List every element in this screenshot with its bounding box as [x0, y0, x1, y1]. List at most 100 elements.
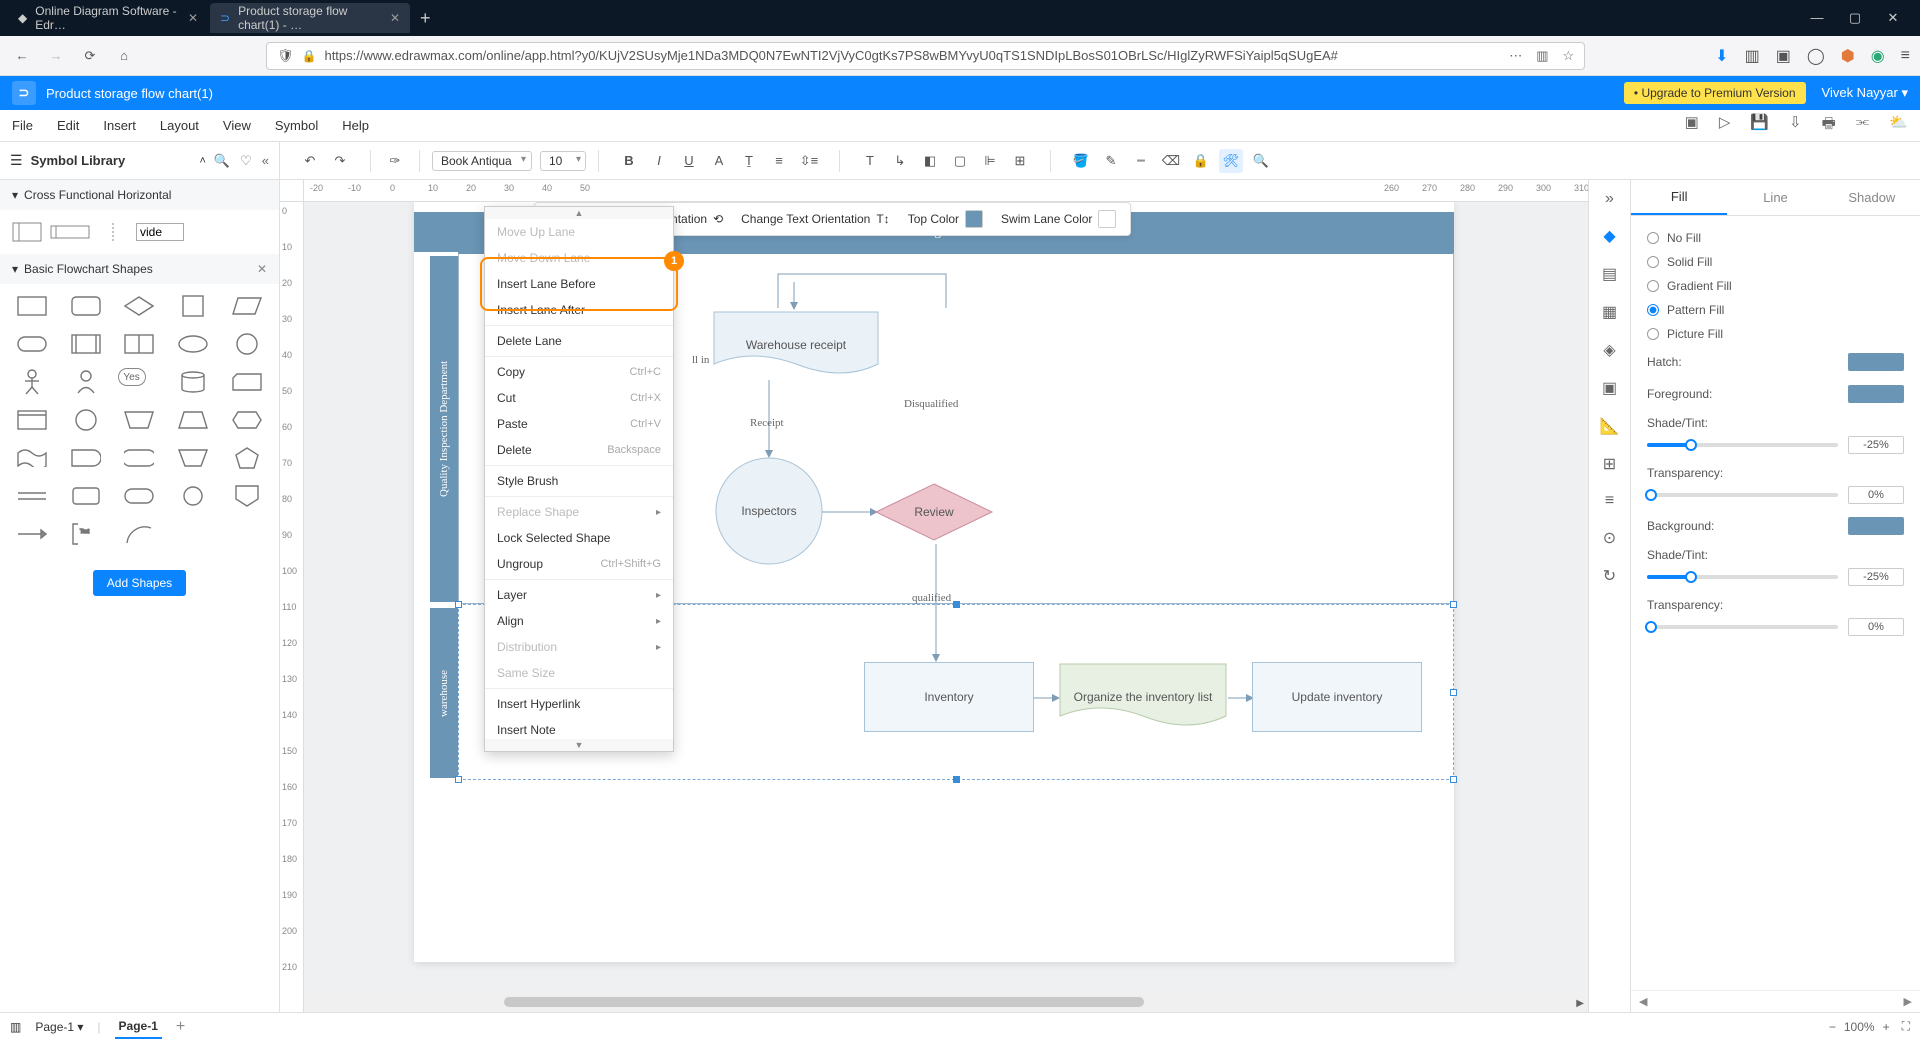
browser-tab[interactable]: ◆ Online Diagram Software - Edr… ✕ — [8, 3, 208, 33]
diamond-shape-icon[interactable] — [118, 292, 162, 320]
ctx-insert-lane-before[interactable]: Insert Lane Before — [485, 271, 673, 297]
heart-icon[interactable]: ♡ — [240, 153, 252, 169]
collapse-icon[interactable]: « — [262, 153, 269, 169]
parallelogram-shape-icon[interactable] — [225, 292, 269, 320]
card-shape-icon[interactable] — [225, 368, 269, 396]
circle3-shape-icon[interactable] — [171, 482, 215, 510]
menu-insert[interactable]: Insert — [103, 118, 136, 133]
document-title[interactable]: Product storage flow chart(1) — [46, 86, 213, 101]
shade-tint-slider[interactable] — [1647, 443, 1838, 447]
square-shape-icon[interactable] — [171, 292, 215, 320]
separator-shape-icon[interactable] — [98, 222, 128, 242]
transparency-value-2[interactable]: 0% — [1848, 618, 1904, 636]
account-icon[interactable]: ◯ — [1807, 46, 1825, 66]
connector[interactable] — [929, 544, 943, 664]
canvas-viewport[interactable]: Product storage flow chart Quality Inspe… — [304, 202, 1588, 994]
trap1-shape-icon[interactable] — [118, 406, 162, 434]
arrow-shape-icon[interactable] — [10, 520, 54, 548]
hamburger-icon[interactable]: ☰ — [10, 152, 23, 169]
ctx-insert-lane-after[interactable]: Insert Lane After — [485, 297, 673, 323]
cloud-icon[interactable]: ⛅ — [1889, 113, 1908, 138]
note-shape-icon[interactable] — [10, 406, 54, 434]
menu-file[interactable]: File — [12, 118, 33, 133]
trap3-shape-icon[interactable] — [171, 444, 215, 472]
shade-tint-value[interactable]: -25% — [1848, 436, 1904, 454]
scroll-right-icon[interactable]: ▶ — [1576, 998, 1584, 1009]
review-shape[interactable]: Review — [874, 482, 994, 542]
annotation-shape-icon[interactable]: Text — [64, 520, 108, 548]
section-basic-flowchart[interactable]: ▾ Basic Flowchart Shapes ✕ — [0, 254, 279, 284]
canvas[interactable]: -20-10 010 2030 4050 260270 280290 30031… — [280, 180, 1588, 1012]
line-color-icon[interactable]: ✎ — [1099, 149, 1123, 173]
double-rect-shape-icon[interactable] — [118, 330, 162, 358]
forward-button[interactable]: → — [44, 44, 68, 68]
lane-shape-icon[interactable] — [50, 225, 90, 239]
underline-button[interactable]: U — [677, 149, 701, 173]
format-painter-icon[interactable]: ✑ — [383, 149, 407, 173]
close-icon[interactable]: ✕ — [390, 11, 400, 25]
snap-rail-icon[interactable]: ⊞ — [1603, 454, 1616, 474]
ctx-delete[interactable]: DeleteBackspace — [485, 437, 673, 463]
lock-icon-tb[interactable]: 🔒 — [1189, 149, 1213, 173]
ruler-rail-icon[interactable]: 📐 — [1600, 416, 1620, 436]
roundrect2-shape-icon[interactable] — [64, 482, 108, 510]
panel-nav-right-icon[interactable]: ▶ — [1904, 995, 1912, 1008]
page-selector[interactable]: Page-1 ▾ — [35, 1020, 83, 1034]
zoom-rail-icon[interactable]: ⊙ — [1603, 528, 1616, 548]
capsule-shape-icon[interactable] — [10, 330, 54, 358]
history-rail-icon[interactable]: ↻ — [1603, 566, 1616, 586]
line-spacing-button[interactable]: ⇳≡ — [797, 149, 821, 173]
maximize-icon[interactable]: ▢ — [1848, 10, 1862, 26]
trap2-shape-icon[interactable] — [171, 406, 215, 434]
background-field[interactable]: Background: — [1647, 510, 1904, 542]
foreground-swatch[interactable] — [1848, 385, 1904, 403]
eraser-icon[interactable]: ⌫ — [1159, 149, 1183, 173]
organize-shape[interactable]: Organize the inventory list — [1058, 662, 1228, 732]
change-text-orientation-button[interactable]: Change Text Orientation T↕ — [741, 212, 890, 226]
fill-icon[interactable]: 🪣 — [1069, 149, 1093, 173]
present-icon[interactable]: ▷ — [1719, 113, 1731, 138]
fill-option-picture[interactable]: Picture Fill — [1647, 322, 1904, 346]
search-tb-icon[interactable]: 🔍 — [1249, 149, 1273, 173]
minimize-icon[interactable]: — — [1810, 10, 1824, 26]
add-shapes-button[interactable]: Add Shapes — [93, 570, 186, 596]
ctx-insert-hyperlink[interactable]: Insert Hyperlink — [485, 691, 673, 717]
reader-icon[interactable]: ▥ — [1536, 48, 1548, 64]
tab-shadow[interactable]: Shadow — [1824, 180, 1920, 215]
theme-rail-icon[interactable]: ▣ — [1602, 378, 1617, 398]
page-tab[interactable]: Page-1 — [115, 1015, 162, 1039]
rounded-rect-shape-icon[interactable] — [64, 292, 108, 320]
connector[interactable] — [822, 506, 882, 518]
menu-help[interactable]: Help — [342, 118, 369, 133]
add-page-button[interactable]: + — [176, 1018, 185, 1036]
fit-icon[interactable]: ▣ — [1685, 113, 1699, 138]
person-shape-icon[interactable] — [64, 368, 108, 396]
section-cross-functional[interactable]: ▾ Cross Functional Horizontal — [0, 180, 279, 210]
highlight-button[interactable]: Ṯ — [737, 149, 761, 173]
wave-shape-icon[interactable] — [10, 444, 54, 472]
library-icon[interactable]: ▥ — [1745, 46, 1760, 66]
rect-shape-icon[interactable] — [10, 292, 54, 320]
ctx-delete-lane[interactable]: Delete Lane — [485, 328, 673, 354]
background-swatch[interactable] — [1848, 517, 1904, 535]
transparency-slider-2[interactable] — [1647, 625, 1838, 629]
expand-icon[interactable]: » — [1605, 190, 1614, 208]
export-icon[interactable]: ⇩ — [1789, 113, 1802, 138]
zoom-out-button[interactable]: − — [1829, 1020, 1836, 1034]
fullscreen-icon[interactable]: ⛶ — [1902, 1019, 1910, 1034]
line-style-icon[interactable]: ┉ — [1129, 149, 1153, 173]
home-button[interactable]: ⌂ — [112, 44, 136, 68]
save-icon[interactable]: 💾 — [1750, 113, 1769, 138]
download-icon[interactable]: ⬇ — [1715, 46, 1728, 66]
container-icon[interactable]: ◧ — [918, 149, 942, 173]
menu-layout[interactable]: Layout — [160, 118, 199, 133]
fill-option-solid[interactable]: Solid Fill — [1647, 250, 1904, 274]
ctx-insert-note[interactable]: Insert Note — [485, 717, 673, 739]
browser-tab[interactable]: ⊃ Product storage flow chart(1) - … ✕ — [210, 3, 410, 33]
swimlane-shape-icon[interactable] — [12, 222, 42, 242]
undo-button[interactable]: ↶ — [298, 149, 322, 173]
meatball-icon[interactable]: ⋯ — [1509, 48, 1522, 64]
hex-shape-icon[interactable] — [225, 406, 269, 434]
display-shape-icon[interactable] — [118, 444, 162, 472]
shade-tint-slider-2[interactable] — [1647, 575, 1838, 579]
